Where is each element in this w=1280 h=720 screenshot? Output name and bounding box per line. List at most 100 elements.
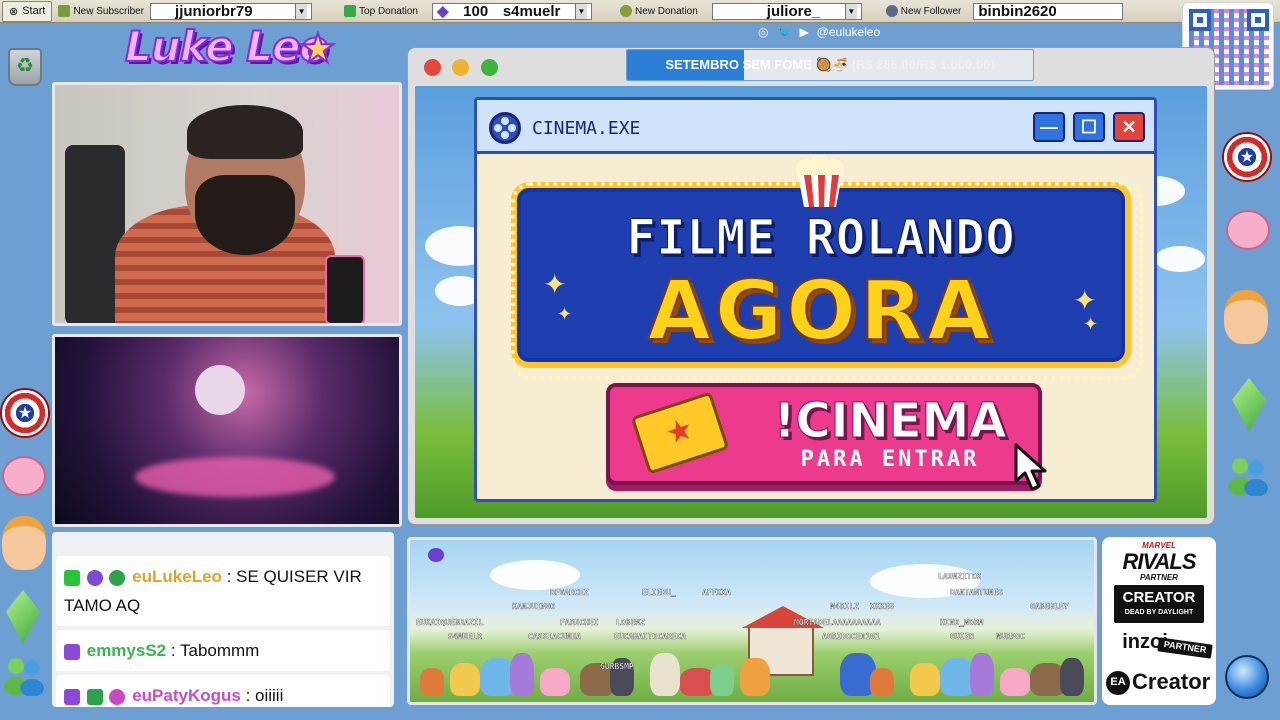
rivals-logo: RIVALS — [1122, 549, 1196, 574]
viewer-name: MURPOC — [996, 632, 1025, 641]
creator-label: CREATOR — [1122, 589, 1196, 606]
close-dot-icon[interactable] — [424, 59, 441, 76]
cinema-command-button[interactable]: ★ !CINEMA PARA ENTRAR — [606, 383, 1047, 491]
pokemon-sprite — [710, 663, 734, 696]
sparkle-icon: ✦ — [1073, 285, 1097, 316]
kick-badge-icon — [64, 569, 80, 586]
ea-logo: EA — [1106, 671, 1130, 695]
pencil-icon — [58, 5, 71, 17]
chat-message: emmysS2 : Tabommm — [56, 630, 390, 671]
pink-badge-icon — [109, 688, 126, 705]
windows-start-orb-icon[interactable] — [1225, 655, 1269, 699]
new-donation-label-group: New Donation — [614, 0, 704, 23]
top-donation-field[interactable]: ◆ 100 s4muelr ▼ — [431, 2, 592, 20]
green-badge-icon — [86, 688, 103, 705]
instagram-icon: ◎ — [758, 25, 769, 39]
chat-username[interactable]: emmysS2 — [87, 641, 166, 660]
flag-icon — [344, 5, 357, 17]
viewer-name: AFFXXA — [702, 588, 731, 597]
game-scene-feed — [52, 334, 402, 527]
popcorn-icon — [796, 155, 844, 207]
new-subscriber-field[interactable]: jjuniorbr79 ▼ — [150, 2, 313, 20]
twitter-icon: 🐦 — [776, 25, 792, 39]
minimize-dot-icon[interactable] — [452, 59, 469, 76]
viewer-name: HIND_WORM — [940, 618, 984, 627]
new-follower-field[interactable]: binbin2620 — [973, 2, 1124, 20]
viewer-name: GUIZO — [950, 632, 975, 641]
twitch-badge-icon — [64, 688, 80, 705]
close-button[interactable]: ✕ — [1113, 112, 1145, 142]
jigglypuff-icon — [2, 456, 46, 496]
pokemon-sprite — [1060, 658, 1084, 696]
viewer-name: GABEBLEY — [1030, 602, 1069, 611]
youtube-icon: ▶ — [799, 25, 809, 39]
viewer-name: DANTANTUNES — [950, 588, 1003, 597]
cinema-command-sublabel: PARA ENTRAR — [800, 447, 980, 472]
viewer-name: EUKAIQUEBRAZIL — [416, 618, 484, 627]
sparkle-icon: ✦ — [543, 269, 567, 300]
captain-shield-icon: ★ — [0, 388, 50, 438]
person-hair — [187, 105, 303, 159]
social-handles: ◎ 🐦 ▶ @eulukeleo — [758, 25, 881, 39]
qr-corner — [1189, 9, 1211, 31]
captain-shield-icon: ★ — [1222, 132, 1272, 182]
viewer-name: FARUCHEI — [560, 618, 599, 627]
chat-username[interactable]: euLukeLeo — [132, 567, 222, 586]
viewer-name: GURBSMP — [600, 662, 634, 671]
coin-bag-icon — [619, 5, 632, 17]
viewer-name: EUCABAITOCARECA — [614, 632, 687, 641]
dropdown-arrow-icon[interactable]: ▼ — [574, 3, 587, 19]
jigglypuff-icon — [1226, 210, 1270, 250]
cloud-shape — [490, 560, 580, 590]
sparkle-icon: ✦ — [1083, 314, 1099, 334]
maximize-button[interactable]: ☐ — [1073, 112, 1105, 142]
star-icon: ★ — [299, 26, 337, 72]
viewer-name: MORTADELAAAAAAAAAA — [794, 618, 881, 627]
pokemon-sprite — [540, 668, 570, 696]
pokemon-sprite — [910, 663, 940, 696]
cloud-shape — [1155, 246, 1205, 272]
pokemon-sprite — [510, 653, 534, 696]
viewer-name: M4RILZ — [830, 602, 859, 611]
viewer-name: AGRIDOCE0101 — [822, 632, 880, 641]
start-logo-icon: ⊗ — [9, 5, 19, 18]
new-subscriber-label-group: New Subscriber — [52, 0, 150, 23]
stream-topbar: ⊗ Start New Subscriber jjuniorbr79 ▼ Top… — [0, 0, 1280, 23]
diamond-icon: ◆ — [436, 3, 449, 20]
microphone-shape — [325, 255, 365, 323]
inzoi-partner-badge: PARTNER — [1157, 637, 1213, 659]
maximize-dot-icon[interactable] — [481, 59, 498, 76]
viewer-name: KANJUINGO — [512, 602, 556, 611]
pokemon-viewers-panel: DFGARCEZ ELIEDU_ AFFXXA LAUNZITOS DANTAN… — [407, 537, 1097, 705]
webcam-feed — [52, 82, 402, 326]
dropdown-arrow-icon[interactable]: ▼ — [295, 3, 308, 19]
viewer-name: DFGARCEZ — [550, 588, 589, 597]
top-donation-label-group: Top Donation — [338, 0, 424, 23]
chat-username[interactable]: euPatyKogus — [132, 686, 241, 705]
cinema-titlebar[interactable]: CINEMA.EXE — ☐ ✕ — [477, 100, 1154, 154]
now-playing-marquee: FILME ROLANDO AGORA ✦ ✦ ✦ ✦ — [511, 182, 1143, 380]
viewer-name: CASSIACUNHA — [528, 632, 581, 641]
cinema-window: CINEMA.EXE — ☐ ✕ FILME ROLANDO AGORA ✦ ✦… — [474, 97, 1157, 502]
plumbob-gem-icon — [6, 590, 40, 644]
anime-face-icon — [2, 516, 46, 570]
creator-badge: CREATOR DEAD BY DAYLIGHT — [1114, 585, 1204, 623]
viewer-name: ELIEDU_ — [642, 588, 676, 597]
chat-text: : Tabommm — [166, 641, 260, 660]
recycle-bin-icon[interactable]: ♻ — [8, 48, 42, 86]
cinema-command-label: !CINEMA — [773, 393, 1007, 450]
pokemon-sprite — [970, 653, 994, 696]
pokemon-sprite — [1000, 668, 1030, 696]
start-button[interactable]: ⊗ Start — [2, 0, 53, 22]
cinema-window-title: CINEMA.EXE — [532, 118, 641, 139]
chat-panel: euLukeLeo : SE QUISER VIR TAMO AQ emmysS… — [52, 532, 394, 707]
anime-face-icon — [1224, 290, 1268, 344]
minimize-button[interactable]: — — [1033, 112, 1065, 142]
chat-message: euPatyKogus : oiiiii — [56, 675, 390, 707]
partner-badges: MARVEL RIVALS PARTNER CREATOR DEAD BY DA… — [1102, 537, 1216, 705]
dropdown-arrow-icon[interactable]: ▼ — [844, 3, 857, 19]
glow-island-shape — [135, 457, 335, 497]
new-donation-field[interactable]: juliore_ ▼ — [711, 2, 862, 20]
ghost-moon-shape — [195, 365, 245, 415]
chat-message: euLukeLeo : SE QUISER VIR TAMO AQ — [56, 556, 390, 626]
